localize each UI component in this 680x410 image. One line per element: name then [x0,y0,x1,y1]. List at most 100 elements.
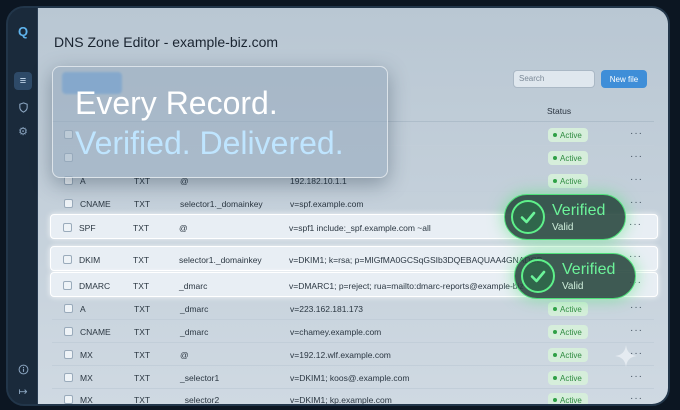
dot-icon [553,156,557,160]
page-title: DNS Zone Editor - example-biz.com [54,34,279,50]
dot-icon [553,133,557,137]
table-row[interactable]: MX TXT @ v=192.12.wlf.example.com Active ··· [52,344,654,366]
record-value: v=DKIM1; koos@.example.com [290,373,410,383]
record-host: _dmarc [179,281,208,291]
record-value: v=DKIM1; kp.example.com [290,395,392,405]
row-checkbox[interactable] [64,395,73,404]
status-badge: Active [548,393,588,405]
dot-icon [553,179,557,183]
record-type: TXT [133,223,150,233]
status-label: Active [560,130,582,140]
record-value: v=DMARC1; p=reject; rua=mailto:dmarc-rep… [289,281,524,291]
record-value: v=192.12.wlf.example.com [290,350,391,360]
badge-subtitle: Valid [562,281,584,292]
status-badge: Active [548,151,588,165]
device-frame: Q ≡ ⚙ ↦ DNS Zone Editor - example-biz.co… [6,6,670,406]
logo-icon[interactable]: Q [14,22,32,40]
record-type: TXT [134,199,151,209]
hero-overlay-card: Every Record. Verified. Delivered. [52,66,388,178]
hero-subheadline: Verified. Delivered. [75,125,344,161]
info-icon[interactable] [14,360,32,378]
status-label: Active [560,153,582,163]
row-checkbox[interactable] [64,199,73,208]
more-icon[interactable]: ··· [629,251,642,262]
record-type: TXT [134,373,151,383]
badge-title: Verified [552,202,606,219]
dot-icon [553,376,557,380]
logout-icon[interactable]: ↦ [14,382,32,400]
table-row[interactable]: CNAME TXT _dmarc v=chamey.example.com Active… [52,321,654,343]
status-badge: Active [548,174,588,188]
more-icon[interactable]: ··· [630,371,643,382]
status-label: Active [560,373,582,383]
dot-icon [553,307,557,311]
record-host: _selector1 [180,373,220,383]
row-checkbox[interactable] [63,255,72,264]
record-value: v=DKIM1; k=rsa; p=MIGfMA0GCSqGSIb3DQEBAQ… [289,255,543,265]
status-label: Active [560,327,582,337]
record-host: _selector2 [180,395,220,405]
record-value: v=223.162.181.173 [290,304,364,314]
more-icon[interactable]: ··· [629,219,642,230]
record-name: SPF [79,223,96,233]
check-circle-icon [521,259,555,293]
record-name: A [80,304,86,314]
list-icon[interactable]: ≡ [14,72,32,90]
status-column-header[interactable]: Status [547,106,571,116]
record-value: v=spf1 include:_spf.example.com ~all [289,223,431,233]
record-name: MX [80,373,93,383]
gear-icon[interactable]: ⚙ [14,122,32,140]
record-name: CNAME [80,327,111,337]
record-type: TXT [134,327,151,337]
record-name: MX [80,350,93,360]
more-icon[interactable]: ··· [630,174,643,185]
row-checkbox[interactable] [64,373,73,382]
badge-subtitle: Valid [552,222,574,233]
table-row[interactable]: MX TXT _selector2 v=DKIM1; kp.example.com Ac… [52,389,654,405]
status-label: Active [560,395,582,405]
record-host: selector1._domainkey [179,255,262,265]
record-host: @ [179,223,188,233]
record-host: _dmarc [180,327,209,337]
record-type: TXT [134,304,151,314]
sparkle-icon [615,345,637,367]
badge-title: Verified [562,261,616,278]
record-type: TXT [134,350,151,360]
verified-badge: Verified Valid [504,194,626,240]
more-icon[interactable]: ··· [630,325,643,336]
record-host: _dmarc [180,304,209,314]
status-badge: Active [548,371,588,385]
sidebar-rail: Q ≡ ⚙ ↦ [8,8,38,404]
row-checkbox[interactable] [64,327,73,336]
table-row[interactable]: MX TXT _selector1 v=DKIM1; koos@.example.co… [52,367,654,389]
table-row[interactable]: A TXT _dmarc v=223.162.181.173 Active ··· [52,298,654,320]
record-host: selector1._domainkey [180,199,263,209]
record-value: v=spf.example.com [290,199,364,209]
status-label: Active [560,350,582,360]
shield-icon[interactable] [14,98,32,116]
status-badge: Active [548,128,588,142]
row-checkbox[interactable] [63,223,72,232]
status-badge: Active [548,348,588,362]
record-type: TXT [133,281,150,291]
more-icon[interactable]: ··· [630,302,643,313]
dot-icon [553,398,557,402]
new-file-button[interactable]: New file [601,70,647,88]
record-name: MX [80,395,93,405]
more-icon[interactable]: ··· [630,128,643,139]
row-checkbox[interactable] [64,350,73,359]
more-icon[interactable]: ··· [630,393,643,404]
record-type: TXT [134,395,151,405]
status-badge: Active [548,325,588,339]
dot-icon [553,330,557,334]
more-icon[interactable]: ··· [630,151,643,162]
record-name: DKIM [79,255,101,265]
verified-badge: Verified Valid [514,253,636,299]
more-icon[interactable]: ··· [630,197,643,208]
search-input[interactable]: Search [513,70,595,88]
row-checkbox[interactable] [63,281,72,290]
check-circle-icon [511,200,545,234]
record-type: TXT [133,255,150,265]
row-checkbox[interactable] [64,304,73,313]
dot-icon [553,353,557,357]
